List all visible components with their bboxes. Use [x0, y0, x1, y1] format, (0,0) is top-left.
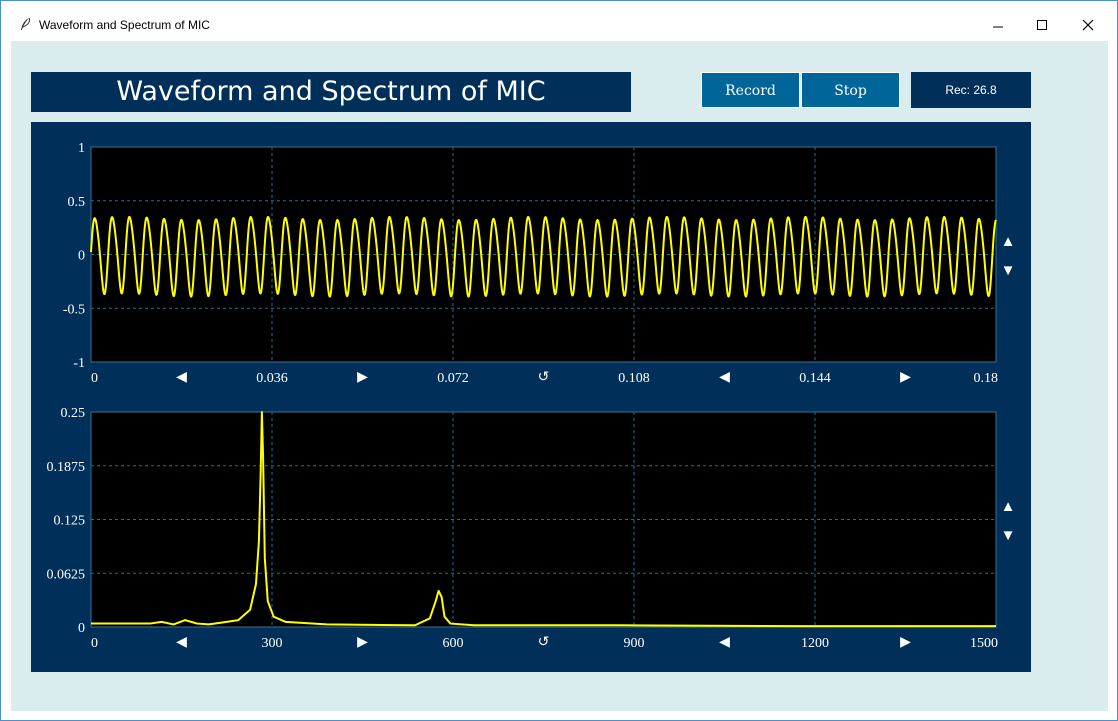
waveform-x-tick-label: 0.072	[437, 371, 469, 386]
window-title: Waveform and Spectrum of MIC	[39, 18, 210, 32]
spectrum-x-tick-label: 900	[624, 636, 645, 651]
waveform-next-icon[interactable]: ▶	[900, 370, 911, 385]
waveform-y-tick-label: -0.5	[63, 302, 85, 317]
spectrum-next-icon[interactable]: ▶	[900, 635, 911, 650]
spectrum-x-tick-label: 0	[91, 636, 98, 651]
page-title: Waveform and Spectrum of MIC	[31, 72, 631, 112]
waveform-y-tick-label: 0	[78, 249, 85, 264]
waveform-reset-icon[interactable]: ↺	[538, 370, 550, 385]
client-area: Waveform and Spectrum of MIC Record Stop…	[11, 41, 1108, 711]
stop-button[interactable]: Stop	[801, 72, 900, 108]
waveform-x-tick-label: 0	[91, 371, 98, 386]
spectrum-scale-down-icon[interactable]: ▼	[1001, 528, 1016, 544]
app-window: Waveform and Spectrum of MIC Waveform an…	[0, 0, 1118, 721]
minimize-button[interactable]	[983, 13, 1013, 37]
waveform-y-tick-label: -1	[73, 356, 85, 371]
spectrum-y-tick-label: 0.0625	[47, 567, 86, 582]
waveform-x-tick-label: 0.144	[799, 371, 831, 386]
spectrum-x-tick-label: 1200	[801, 636, 829, 651]
minimize-icon	[993, 26, 1003, 28]
maximize-button[interactable]	[1027, 13, 1057, 37]
waveform-x-tick-label: 0.108	[618, 371, 650, 386]
spectrum-x-tick-label: 300	[262, 636, 283, 651]
spectrum-x-tick-label: 1500	[970, 636, 998, 651]
waveform-prev-icon[interactable]: ◀	[719, 370, 730, 385]
waveform-prev-icon[interactable]: ◀	[176, 370, 187, 385]
title-bar: Waveform and Spectrum of MIC	[1, 1, 1117, 41]
maximize-icon	[1037, 20, 1047, 30]
spectrum-prev-icon[interactable]: ◀	[176, 635, 187, 650]
waveform-y-tick-label: 1	[78, 141, 85, 156]
waveform-scale-up-icon[interactable]: ▲	[1001, 234, 1016, 250]
spectrum-y-tick-label: 0.25	[61, 406, 86, 421]
spectrum-y-tick-label: 0	[78, 621, 85, 636]
spectrum-scale-up-icon[interactable]: ▲	[1001, 499, 1016, 515]
close-button[interactable]	[1073, 13, 1103, 37]
waveform-x-tick-label: 0.036	[256, 371, 288, 386]
waveform-y-tick-label: 0.5	[68, 195, 86, 210]
record-button[interactable]: Record	[701, 72, 800, 108]
spectrum-reset-icon[interactable]: ↺	[538, 635, 550, 650]
feather-icon	[21, 17, 31, 30]
waveform-next-icon[interactable]: ▶	[357, 370, 368, 385]
close-icon	[1082, 19, 1094, 31]
spectrum-y-tick-label: 0.125	[54, 514, 86, 529]
spectrum-prev-icon[interactable]: ◀	[719, 635, 730, 650]
waveform-x-tick-label: 0.18	[974, 371, 999, 386]
rec-status: Rec: 26.8	[911, 72, 1031, 108]
plot-panel: 1 0.5 0 -0.5 -1 0 ◀ 0.036 ▶ 0.072 ↺ 0.108 ◀ 0.144 ▶ 0.1…	[31, 122, 1031, 672]
waveform-scale-down-icon[interactable]: ▼	[1001, 263, 1016, 279]
spectrum-y-tick-label: 0.1875	[47, 460, 86, 475]
spectrum-x-tick-label: 600	[443, 636, 464, 651]
plots-canvas: 1 0.5 0 -0.5 -1 0 ◀ 0.036 ▶ 0.072 ↺ 0.108 ◀ 0.144 ▶ 0.1…	[47, 141, 1016, 651]
spectrum-next-icon[interactable]: ▶	[357, 635, 368, 650]
